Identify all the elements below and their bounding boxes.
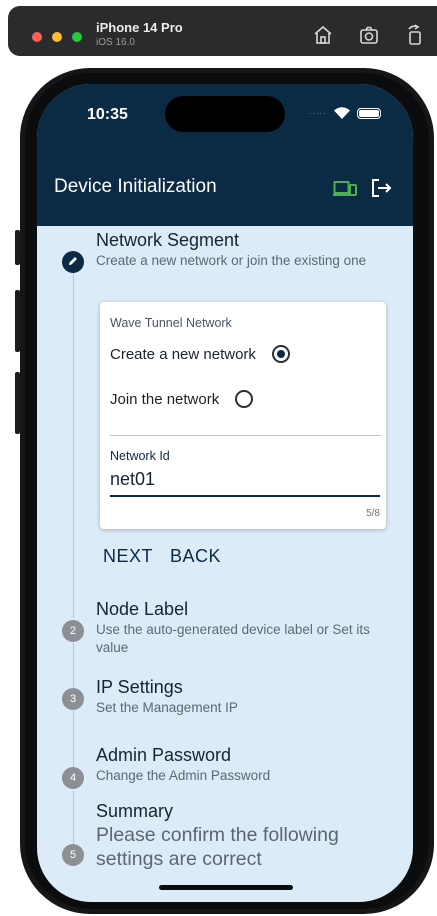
home-indicator[interactable] [159, 885, 293, 890]
battery-icon [357, 108, 381, 119]
step-1-title[interactable]: Network Segment [96, 230, 239, 251]
step-4-title[interactable]: Admin Password [96, 745, 231, 766]
step-connector [73, 791, 74, 844]
app-bar: Device Initialization [37, 154, 413, 226]
step-5-subtitle: Please confirm the following settings ar… [96, 824, 339, 870]
rotate-icon[interactable] [404, 24, 426, 46]
step-2-subtitle: Use the auto-generated device label or S… [96, 622, 370, 655]
step-3-subtitle: Set the Management IP [96, 700, 238, 715]
step-actions: NEXT BACK [103, 546, 221, 567]
step-connector [73, 711, 74, 767]
divider [110, 435, 381, 436]
zoom-window-button[interactable] [72, 32, 82, 42]
page-title: Device Initialization [54, 176, 217, 197]
step-1-edit-indicator [62, 251, 84, 273]
character-counter: 5/8 [366, 508, 380, 519]
create-network-radio[interactable] [271, 345, 290, 363]
step-2-title[interactable]: Node Label [96, 599, 188, 620]
status-time: 10:35 [87, 106, 128, 123]
status-bar: 10:35 ..... [37, 84, 413, 154]
network-form-card: Wave Tunnel Network Create a new network… [100, 302, 386, 529]
step-3-title[interactable]: IP Settings [96, 677, 183, 698]
wifi-icon [333, 106, 351, 120]
stepper: Network Segment Create a new network or … [37, 226, 413, 902]
phone-screen: 10:35 ..... Device Initialization Networ… [37, 84, 413, 902]
step-connector [73, 266, 74, 618]
create-network-label: Create a new network [110, 345, 256, 363]
join-network-option[interactable]: Join the network [110, 390, 254, 408]
network-id-label: Network Id [110, 449, 170, 463]
back-button[interactable]: BACK [170, 546, 221, 567]
create-network-option[interactable]: Create a new network [110, 345, 290, 363]
step-1-subtitle: Create a new network or join the existin… [96, 253, 367, 268]
home-icon[interactable] [312, 24, 334, 46]
close-window-button[interactable] [32, 32, 42, 42]
step-5-title[interactable]: Summary [96, 801, 173, 822]
simulator-os-version: iOS 16.0 [96, 37, 135, 48]
logout-icon[interactable] [369, 176, 393, 200]
step-connector [73, 643, 74, 688]
screenshot-icon[interactable] [358, 24, 380, 46]
signal-icon: ..... [309, 106, 327, 116]
simulator-device-name: iPhone 14 Pro [96, 20, 183, 35]
simulator-toolbar: iPhone 14 Pro iOS 16.0 [8, 6, 437, 56]
network-group-label: Wave Tunnel Network [110, 316, 232, 330]
step-5-number: 5 [62, 844, 84, 866]
join-network-radio[interactable] [235, 390, 254, 408]
minimize-window-button[interactable] [52, 32, 62, 42]
join-network-label: Join the network [110, 390, 220, 408]
dynamic-island [165, 96, 285, 132]
devices-icon[interactable] [333, 178, 357, 198]
next-button[interactable]: NEXT [103, 546, 153, 567]
pencil-icon [67, 255, 79, 270]
network-id-input[interactable] [110, 463, 380, 497]
step-4-subtitle: Change the Admin Password [96, 768, 271, 783]
step-2-number: 2 [62, 620, 84, 642]
step-3-number: 3 [62, 688, 84, 710]
step-4-number: 4 [62, 767, 84, 789]
